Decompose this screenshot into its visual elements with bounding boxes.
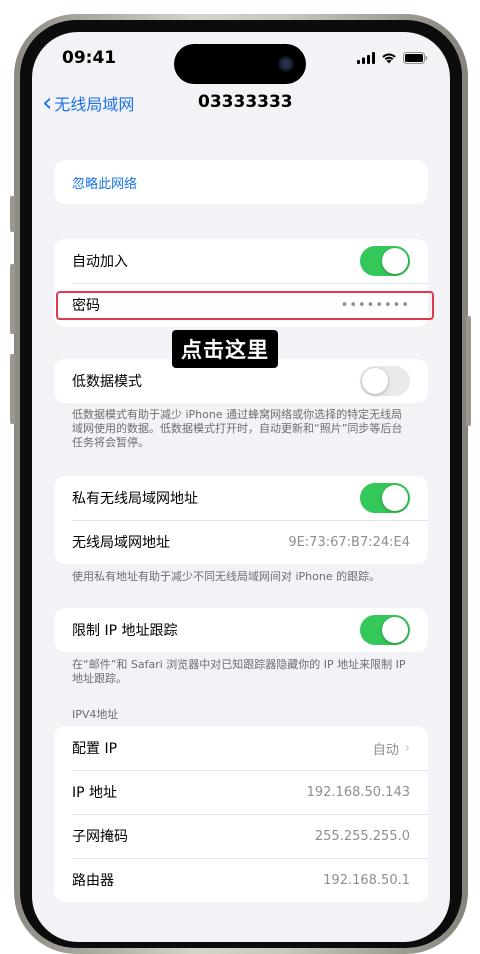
low-data-label: 低数据模式	[72, 374, 142, 390]
ipv4-section-header: IPV4地址	[72, 708, 119, 721]
back-button-label: 无线局域网	[54, 95, 135, 114]
back-button[interactable]: ‹ 无线局域网	[42, 90, 134, 116]
router-value: 192.168.50.1	[323, 872, 410, 888]
subnet-mask-row: 子网掩码 255.255.255.0	[54, 814, 428, 858]
page-title: 03333333	[198, 92, 293, 112]
chevron-right-icon: ›	[404, 740, 410, 756]
ipv4-group: 配置 IP 自动 › IP 地址 192.168.50.143 子网掩码 255…	[54, 726, 428, 902]
low-data-toggle[interactable]	[360, 366, 410, 396]
status-time: 09:41	[62, 48, 117, 68]
private-address-row: 私有无线局域网地址	[54, 476, 428, 520]
limit-ip-label: 限制 IP 地址跟踪	[72, 623, 178, 639]
chevron-left-icon: ‹	[42, 88, 53, 118]
auto-join-toggle[interactable]	[360, 246, 410, 276]
subnet-mask-value: 255.255.255.0	[314, 828, 410, 844]
limit-ip-group: 限制 IP 地址跟踪	[54, 608, 428, 652]
battery-icon	[403, 52, 428, 64]
ip-address-value: 192.168.50.143	[306, 784, 410, 800]
configure-ip-value: 自动	[372, 742, 399, 758]
phone-screen: 09:41 ‹ 无线局域网 03333333 忽略此网络 自动加入 密码 •••…	[32, 32, 450, 942]
power-button	[466, 316, 471, 426]
action-button	[10, 196, 15, 232]
private-address-footnote: 使用私有地址有助于减少不同无线局域网间对 iPhone 的跟踪。	[72, 570, 381, 583]
router-row: 路由器 192.168.50.1	[54, 858, 428, 902]
wlan-address-value: 9E:73:67:B7:24:E4	[288, 534, 410, 550]
volume-up-button	[10, 264, 15, 334]
status-icons	[357, 52, 428, 64]
private-address-label: 私有无线局域网地址	[72, 491, 198, 507]
forget-group: 忽略此网络	[54, 160, 428, 204]
camera-icon	[278, 56, 294, 72]
auto-join-label: 自动加入	[72, 254, 128, 270]
ip-address-label: IP 地址	[72, 785, 118, 801]
private-address-group: 私有无线局域网地址 无线局域网地址 9E:73:67:B7:24:E4	[54, 476, 428, 564]
volume-down-button	[10, 354, 15, 424]
router-label: 路由器	[72, 873, 114, 889]
wlan-address-row: 无线局域网地址 9E:73:67:B7:24:E4	[54, 520, 428, 564]
wifi-icon	[382, 53, 396, 64]
forget-network-label: 忽略此网络	[72, 176, 138, 192]
password-highlight-box	[56, 291, 434, 320]
configure-ip-row[interactable]: 配置 IP 自动 ›	[54, 726, 428, 770]
limit-ip-footnote: 在“邮件”和 Safari 浏览器中对已知跟踪器隐藏你的 IP 地址来限制 IP…	[72, 658, 406, 685]
ip-address-row: IP 地址 192.168.50.143	[54, 770, 428, 814]
private-address-toggle[interactable]	[360, 483, 410, 513]
limit-ip-toggle[interactable]	[360, 615, 410, 645]
configure-ip-label: 配置 IP	[72, 741, 118, 757]
low-data-footnote: 低数据模式有助于减少 iPhone 通过蜂窝网络或你选择的特定无线局域网使用的数…	[72, 408, 403, 449]
auto-join-row: 自动加入	[54, 239, 428, 283]
wlan-address-label: 无线局域网地址	[72, 535, 170, 551]
forget-network-button[interactable]: 忽略此网络	[54, 160, 428, 204]
tap-here-callout: 点击这里	[172, 330, 278, 368]
limit-ip-row: 限制 IP 地址跟踪	[54, 608, 428, 652]
subnet-mask-label: 子网掩码	[72, 829, 128, 845]
cellular-signal-icon	[357, 52, 375, 64]
